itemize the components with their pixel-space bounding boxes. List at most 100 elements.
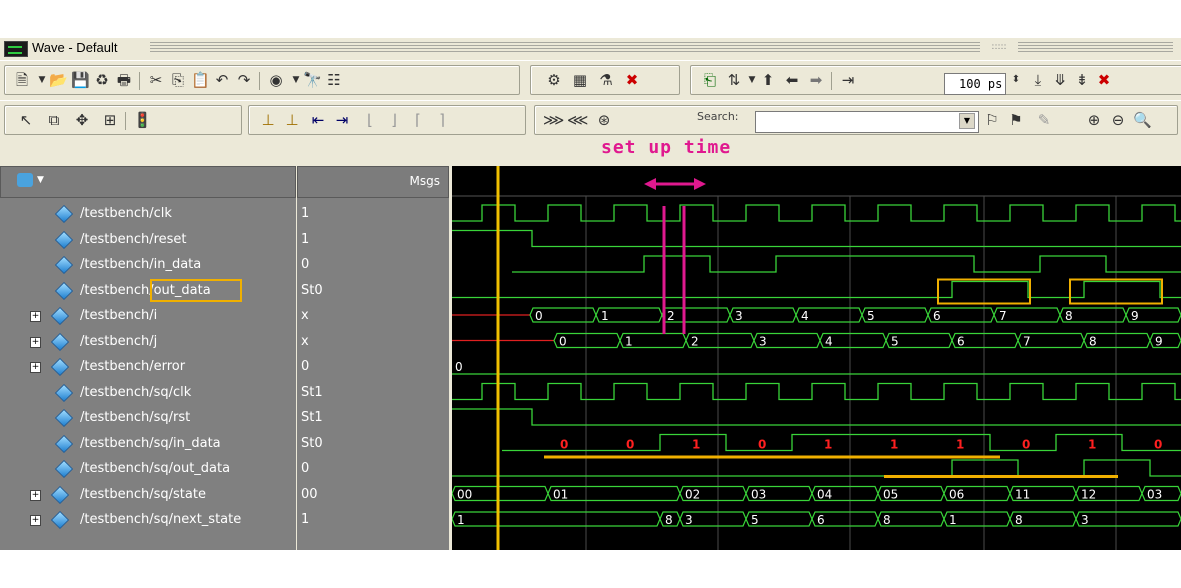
previous-edge-icon[interactable]: ⇤ [309, 112, 327, 128]
previous-falling-edge-icon[interactable]: ⌊ [361, 112, 379, 128]
select-mode-icon[interactable]: ↖ [17, 112, 35, 128]
search-options-icon[interactable]: ✎ [1035, 112, 1053, 128]
next-falling-edge-icon[interactable]: ⌋ [385, 112, 403, 128]
next-edge-icon[interactable]: ⇥ [333, 112, 351, 128]
title-bar-grip[interactable]: ::::: [980, 41, 1018, 53]
expand-toggle-icon[interactable]: + [30, 336, 41, 348]
help-icon[interactable]: ◉ [267, 72, 285, 88]
cut-icon[interactable]: ✂ [147, 72, 165, 88]
zoom-mode-icon[interactable]: ⧉ [45, 112, 63, 128]
break-icon[interactable]: ✖ [623, 72, 641, 88]
next-rising-edge-icon[interactable]: ⌉ [433, 112, 451, 128]
in-data-bit-label: 1 [1088, 438, 1096, 452]
signal-row[interactable]: /testbench/sq/in_data [0, 431, 296, 457]
run-length-field[interactable]: 100 ps [944, 73, 1006, 95]
signal-row[interactable]: + /testbench/j [0, 329, 296, 355]
new-file-icon[interactable]: 🗎 [13, 72, 31, 88]
waveform-canvas[interactable]: 0 1 2 3 4 5 6 7 8 90 1 2 3 4 5 6 7 8 9000 01 02 03 04 05 06 11 12 0… [451, 166, 1181, 550]
redo-icon[interactable]: ↷ [235, 72, 253, 88]
zoom-in-icon[interactable]: ⊕ [1085, 112, 1103, 128]
add-wave-dropdown-icon[interactable]: ▼ [37, 175, 44, 185]
simulate-icon[interactable]: ⚗ [597, 72, 615, 88]
next-state-bus-value: 1 [457, 513, 465, 527]
copy-icon[interactable]: ⎘ [169, 72, 187, 88]
expand-toggle-icon[interactable]: + [30, 515, 41, 526]
signal-row[interactable]: + /testbench/error [0, 354, 296, 380]
j-bus-value: 3 [759, 335, 767, 349]
toolbar-row-2: ↖ ⧉ ✥ ⊞ 🚦 ⊥ ⊥ ⇤ ⇥ ⌊ ⌋ ⌈ ⌉ ⋙ ⋘ ⊛ Search: … [0, 100, 1181, 139]
signal-row[interactable]: /testbench/sq/rst [0, 405, 296, 431]
up-arrow-icon[interactable]: ⬆ [759, 72, 777, 88]
hierarchy-icon[interactable]: ☷ [325, 72, 343, 88]
run-length-value: 100 ps [959, 77, 1003, 91]
signal-row[interactable]: + /testbench/sq/next_state [0, 507, 296, 533]
stop-icon[interactable]: ✖ [1095, 72, 1113, 88]
expand-toggle-icon[interactable]: + [30, 362, 41, 373]
forward-arrow-icon[interactable]: ➡ [807, 72, 825, 88]
zoom-full-icon[interactable]: 🔍 [1133, 112, 1152, 128]
edit-mode-icon[interactable]: ⊞ [101, 112, 119, 128]
signal-row[interactable]: /testbench/sq/out_data [0, 456, 296, 482]
search-forward-icon[interactable]: ⚐ [983, 112, 1001, 128]
expand-toggle-icon[interactable]: + [30, 311, 41, 322]
pan-mode-icon[interactable]: ✥ [73, 112, 91, 128]
restart-icon[interactable]: ⎗ [701, 72, 719, 88]
previous-rising-edge-icon[interactable]: ⌈ [409, 112, 427, 128]
open-folder-icon[interactable]: 📂 [49, 72, 68, 88]
wave-window-icon [4, 41, 28, 57]
search-dropdown-icon[interactable]: ▼ [959, 113, 975, 129]
signal-row[interactable]: /testbench/in_data [0, 252, 296, 278]
undo-icon[interactable]: ↶ [213, 72, 231, 88]
signal-row[interactable]: /testbench/clk [0, 201, 296, 227]
sq-in-data-waveform [502, 433, 1181, 452]
signal-row[interactable]: + /testbench/i [0, 303, 296, 329]
find-previous-icon[interactable]: ⋙ [543, 112, 564, 128]
paste-icon[interactable]: 📋 [191, 72, 210, 88]
j-bus-value: 9 [1155, 335, 1163, 349]
compile-all-icon[interactable]: ▦ [571, 72, 589, 88]
compile-icon[interactable]: ⚙ [545, 72, 563, 88]
state-bus-value: 12 [1081, 488, 1096, 502]
i-bus-value: 3 [735, 309, 743, 323]
in-data-bit-label: 1 [824, 438, 832, 452]
find-transition-icon[interactable]: ⋘ [567, 112, 588, 128]
i-bus-value: 1 [601, 309, 609, 323]
state-bus-value: 11 [1015, 488, 1030, 502]
title-bar[interactable]: Wave - Default ::::: [0, 38, 1181, 58]
signal-diamond-icon [50, 306, 70, 326]
signal-name: /testbench/reset [80, 231, 187, 247]
signal-row[interactable]: /testbench/sq/clk [0, 380, 296, 406]
continue-icon[interactable]: ⤋ [1051, 72, 1069, 88]
signal-row[interactable]: /testbench/reset [0, 227, 296, 253]
search-input[interactable] [755, 111, 979, 133]
in-data-bit-label: 0 [1022, 438, 1030, 452]
sq-clk-waveform [452, 382, 1181, 401]
search-backward-icon[interactable]: ⚑ [1007, 112, 1025, 128]
signal-row[interactable]: + /testbench/sq/state [0, 482, 296, 508]
run-length-spinner-icon[interactable]: ⬍ [1007, 72, 1025, 88]
find-expression-icon[interactable]: ⊛ [595, 112, 613, 128]
print-icon[interactable]: 🖶 [115, 72, 133, 88]
find-binoculars-icon[interactable]: 🔭 [303, 72, 322, 88]
save-icon[interactable]: 💾 [71, 72, 90, 88]
signal-row[interactable]: /testbench/out_data [0, 278, 296, 304]
search-toolbar: ⋙ ⋘ ⊛ Search: ▼ ⚐ ⚑ ✎ ⊕ ⊖ 🔍 [534, 105, 1178, 135]
delete-cursor-icon[interactable]: ⊥ [283, 112, 301, 128]
run-icon[interactable]: ⤓ [1029, 72, 1047, 88]
values-pane-header: Msgs [297, 166, 449, 198]
run-length-icon[interactable]: ⇥ [839, 72, 857, 88]
signal-name: /testbench/i [80, 308, 158, 323]
stop-light-icon[interactable]: 🚦 [133, 112, 152, 128]
run-all-icon[interactable]: ⇟ [1073, 72, 1091, 88]
signal-diamond-icon [54, 255, 74, 275]
back-arrow-icon[interactable]: ⬅ [783, 72, 801, 88]
zoom-out-icon[interactable]: ⊖ [1109, 112, 1127, 128]
step-icon[interactable]: ⇅ [725, 72, 743, 88]
waveform-pane[interactable]: 0 1 2 3 4 5 6 7 8 9 0 1 2 3 4 5 6 7 8 9 0 00 01 02 03 04 05 06 11 12 0… [451, 166, 1181, 550]
add-wave-icon[interactable] [17, 173, 33, 187]
reload-icon[interactable]: ♻ [93, 72, 111, 88]
insert-cursor-icon[interactable]: ⊥ [259, 112, 277, 128]
signal-values-pane: Msgs 1 1 0 St0 x x 0 St1 St1 St0 0 00 1 [297, 166, 449, 550]
expand-toggle-icon[interactable]: + [30, 489, 41, 501]
signal-name: /testbench/clk [80, 206, 172, 221]
